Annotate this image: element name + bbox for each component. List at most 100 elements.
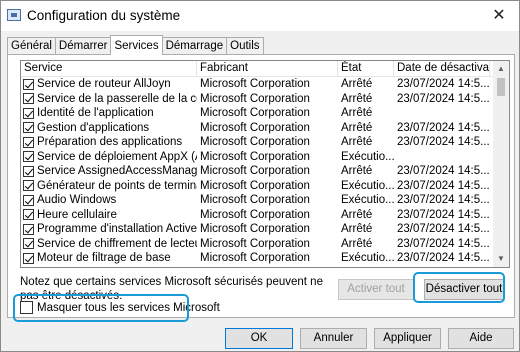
enable-all-button[interactable]: Activer tout: [338, 279, 414, 300]
service-name: Service AssignedAccessManager: [37, 165, 197, 177]
manufacturer-cell: Microsoft Corporation: [200, 237, 310, 250]
service-checkbox[interactable]: [23, 165, 34, 177]
table-row[interactable]: Service de déploiement AppX (Ap...Micros…: [21, 150, 509, 165]
manufacturer-cell: Microsoft Corporation: [200, 223, 310, 235]
service-checkbox[interactable]: [23, 223, 34, 235]
tab-boot[interactable]: Démarrer: [54, 37, 112, 55]
manufacturer-cell: Microsoft Corporation: [200, 252, 310, 264]
service-cell: Générateur de points de terminais...: [21, 179, 197, 194]
disabled-date-cell: 23/07/2024 14:5...: [397, 92, 490, 105]
service-cell: Gestion d'applications: [21, 121, 197, 136]
table-row[interactable]: Programme d'installation ActiveX ...Micr…: [21, 222, 509, 237]
service-cell: Moteur de filtrage de base: [21, 251, 197, 266]
disabled-date-cell: 23/07/2024 14:5...: [397, 179, 490, 192]
scroll-down-icon[interactable]: ▼: [493, 251, 509, 267]
service-checkbox[interactable]: [23, 194, 34, 206]
list-header: Service Fabricant État Date de désactiva…: [21, 61, 509, 77]
status-cell: Exécutio...: [341, 179, 394, 192]
service-cell: Service de routeur AllJoyn: [21, 77, 197, 92]
service-checkbox[interactable]: [23, 107, 34, 119]
status-cell: Arrêté: [341, 107, 373, 119]
tab-tools[interactable]: Outils: [226, 37, 264, 55]
service-checkbox[interactable]: [23, 238, 34, 250]
service-checkbox[interactable]: [23, 209, 34, 221]
table-row[interactable]: Audio Windows Microsoft Corporation Exécut…: [21, 193, 509, 208]
service-cell: Identité de l'application: [21, 106, 197, 121]
disabled-date-cell: 23/07/2024 14:5...: [397, 78, 490, 90]
manufacturer-cell: Microsoft Corporation: [200, 194, 310, 206]
table-row[interactable]: Gestion d'applications Microsoft Corporat…: [21, 121, 509, 136]
table-row[interactable]: Service de routeur AllJoyn Microsoft Corp…: [21, 77, 509, 92]
help-button[interactable]: Aide: [448, 328, 514, 349]
table-row[interactable]: Moteur de filtrage de base Microsoft Corp…: [21, 251, 509, 266]
manufacturer-cell: Microsoft Corporation: [200, 136, 310, 148]
manufacturer-cell: Microsoft Corporation: [200, 208, 310, 221]
status-cell: Arrêté: [341, 237, 373, 250]
scrollbar-thumb[interactable]: [497, 78, 505, 96]
services-list[interactable]: Service Fabricant État Date de désactiva…: [20, 60, 510, 268]
cancel-button[interactable]: Annuler: [300, 328, 367, 349]
service-name: Heure cellulaire: [37, 208, 117, 221]
scroll-up-icon[interactable]: ▲: [493, 61, 509, 77]
service-name: Préparation des applications: [37, 136, 183, 148]
status-cell: Arrêté: [341, 165, 373, 177]
service-cell: Service de déploiement AppX (Ap...: [21, 150, 197, 165]
service-checkbox[interactable]: [23, 136, 34, 148]
tab-services[interactable]: Services: [110, 35, 163, 55]
service-name: Moteur de filtrage de base: [37, 252, 171, 264]
table-row[interactable]: Service de chiffrement de lecteur ...Mic…: [21, 237, 509, 252]
table-row[interactable]: Identité de l'application Microsoft Corpo…: [21, 106, 509, 121]
service-cell: Heure cellulaire: [21, 208, 197, 223]
tab-bar: Général Démarrer Services Démarrage Outi…: [7, 35, 264, 55]
manufacturer-cell: Microsoft Corporation: [200, 179, 310, 192]
service-cell: Programme d'installation ActiveX ...: [21, 222, 197, 237]
manufacturer-cell: Microsoft Corporation: [200, 165, 310, 177]
window-title: Configuration du système: [27, 8, 181, 23]
system-configuration-window: Configuration du système ✕ Général Démar…: [0, 0, 520, 352]
column-header-disabled-date[interactable]: Date de désactiva...: [394, 61, 490, 76]
service-checkbox[interactable]: [23, 252, 34, 264]
status-cell: Arrêté: [341, 92, 373, 105]
service-name: Service de déploiement AppX (Ap...: [37, 150, 197, 163]
service-checkbox[interactable]: [23, 151, 34, 163]
hide-microsoft-highlight: [13, 294, 189, 322]
service-name: Gestion d'applications: [37, 121, 150, 134]
table-row[interactable]: Heure cellulaire Microsoft Corporation Arr…: [21, 208, 509, 223]
disabled-date-cell: 23/07/2024 14:5...: [397, 223, 490, 235]
disabled-date-cell: 23/07/2024 14:5...: [397, 136, 490, 148]
service-name: Service de routeur AllJoyn: [37, 78, 171, 90]
service-cell: Service de la passerelle de la couc...: [21, 92, 197, 107]
apply-button[interactable]: Appliquer: [374, 328, 441, 349]
status-cell: Exécutio...: [341, 252, 394, 264]
service-checkbox[interactable]: [23, 93, 34, 105]
service-checkbox[interactable]: [23, 78, 34, 90]
table-row[interactable]: Préparation des applications Microsoft Co…: [21, 135, 509, 150]
service-cell: Audio Windows: [21, 193, 197, 208]
disabled-date-cell: 23/07/2024 14:5...: [397, 252, 490, 264]
title-bar: Configuration du système ✕: [1, 1, 519, 31]
service-checkbox[interactable]: [23, 122, 34, 134]
service-name: Service de la passerelle de la couc...: [37, 92, 197, 105]
service-rows: Service de routeur AllJoyn Microsoft Corp…: [21, 77, 509, 266]
column-header-manufacturer[interactable]: Fabricant: [197, 61, 338, 76]
disabled-date-cell: 23/07/2024 14:5...: [397, 194, 490, 206]
service-name: Identité de l'application: [37, 107, 154, 119]
status-cell: Arrêté: [341, 136, 373, 148]
service-name: Audio Windows: [37, 194, 117, 206]
table-row[interactable]: Service de la passerelle de la couc...Mi…: [21, 92, 509, 107]
tab-startup[interactable]: Démarrage: [161, 37, 228, 55]
disabled-date-cell: 23/07/2024 14:5...: [397, 165, 490, 177]
disabled-date-cell: 23/07/2024 14:5...: [397, 121, 490, 134]
service-checkbox[interactable]: [23, 180, 34, 192]
service-cell: Service de chiffrement de lecteur ...: [21, 237, 197, 252]
column-header-status[interactable]: État: [338, 61, 394, 76]
manufacturer-cell: Microsoft Corporation: [200, 121, 310, 134]
table-row[interactable]: Générateur de points de terminais...Micr…: [21, 179, 509, 194]
service-name: Générateur de points de terminais...: [37, 179, 197, 192]
ok-button[interactable]: OK: [225, 328, 293, 349]
column-header-service[interactable]: Service: [21, 61, 197, 76]
tab-general[interactable]: Général: [7, 37, 56, 55]
vertical-scrollbar[interactable]: ▲ ▼: [493, 61, 509, 267]
close-icon[interactable]: ✕: [479, 1, 519, 31]
table-row[interactable]: Service AssignedAccessManager Microsoft C…: [21, 164, 509, 179]
